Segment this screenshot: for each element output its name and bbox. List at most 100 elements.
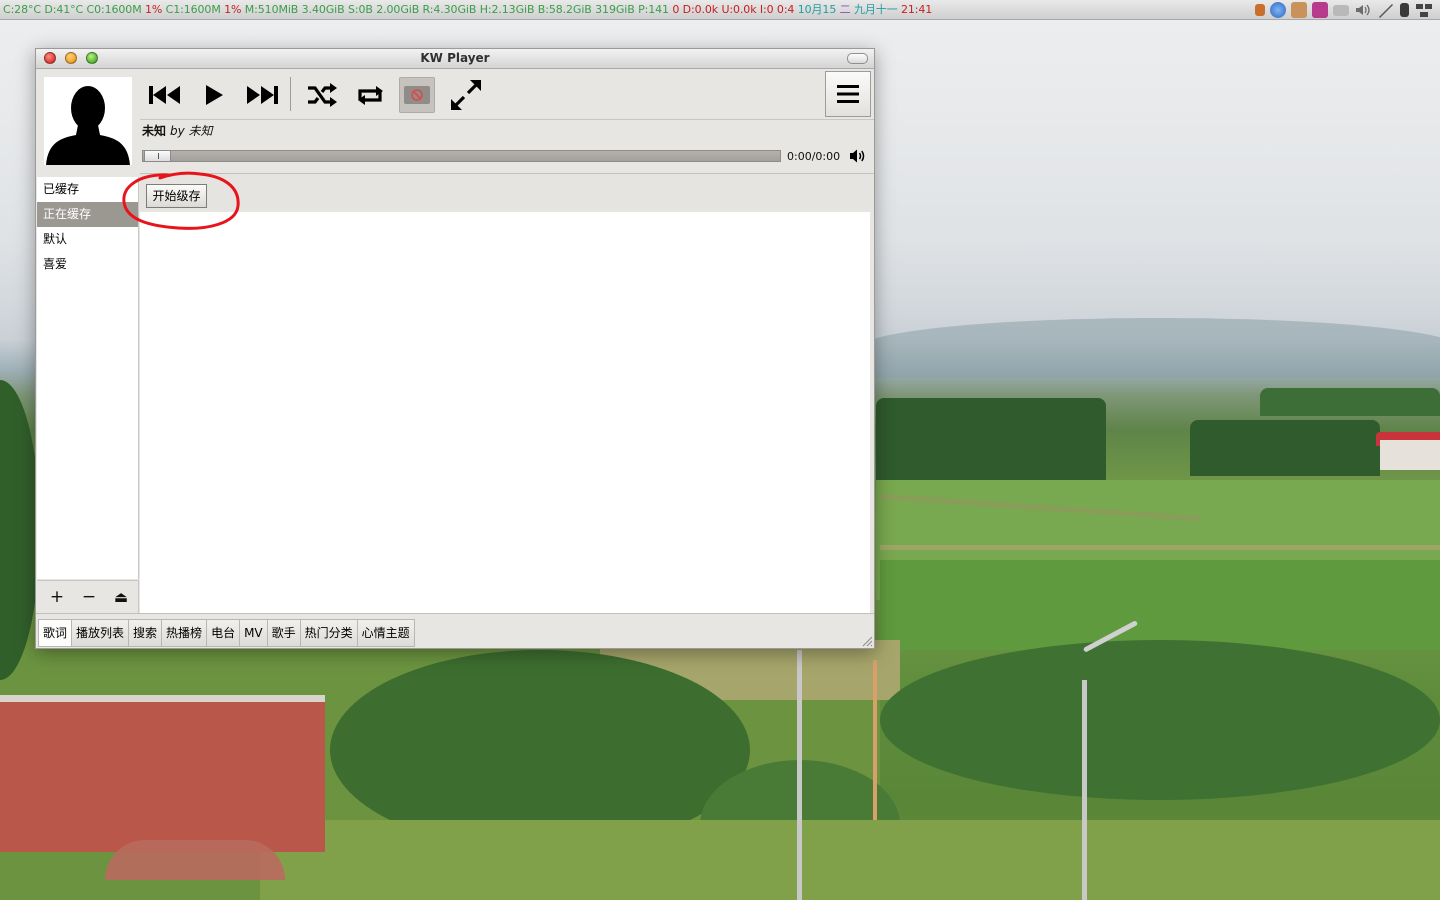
- network-icon[interactable]: [1414, 2, 1434, 18]
- sidebar-item-caching[interactable]: 正在缓存: [37, 202, 138, 227]
- sidebar-item-cached[interactable]: 已缓存: [37, 177, 138, 202]
- panel-stat: 0:4: [773, 3, 795, 16]
- panel-stat: D:41°C: [40, 3, 84, 16]
- lawn: [260, 820, 1440, 900]
- resize-grip-icon[interactable]: [862, 636, 873, 647]
- volume-button[interactable]: [849, 148, 867, 164]
- pen-icon[interactable]: [1377, 2, 1395, 18]
- panel-stat: B:58.2GiB: [534, 3, 592, 16]
- tab-search[interactable]: 搜索: [129, 619, 163, 647]
- seek-bar[interactable]: [142, 150, 781, 162]
- tab-hot-categories[interactable]: 热门分类: [300, 619, 358, 647]
- sidebar-item-default[interactable]: 默认: [37, 227, 138, 252]
- stop-cache-button[interactable]: [399, 77, 435, 113]
- toolbar-toggle-button[interactable]: [847, 53, 868, 64]
- shuffle-button[interactable]: [302, 75, 342, 115]
- expand-icon: [451, 80, 481, 110]
- skip-forward-icon: [247, 86, 278, 104]
- tree-line: [1190, 420, 1380, 476]
- hamburger-menu-icon: [837, 85, 859, 103]
- tree: [880, 640, 1440, 800]
- caching-list[interactable]: [140, 212, 870, 614]
- panel-stat: P:141: [634, 3, 669, 16]
- start-cache-button[interactable]: 开始级存: [146, 184, 207, 208]
- panel-stat: S:0B: [344, 3, 373, 16]
- playlist-sidebar: 已缓存 正在缓存 默认 喜爱: [37, 177, 139, 579]
- toolbar-separator: [290, 77, 291, 111]
- panel-stat: H:2.13GiB: [476, 3, 535, 16]
- panel-stat: C:28°C: [3, 3, 41, 16]
- shelter: [105, 840, 285, 880]
- window-title: KW Player: [420, 51, 490, 65]
- panel-stat: I:0: [756, 3, 774, 16]
- panel-stat: 319GiB: [591, 3, 635, 16]
- system-monitor: C:28°C D:41°C C0:1600M 1% C1:1600M 1% M:…: [3, 3, 932, 16]
- panel-stat: M:510MiB: [241, 3, 299, 16]
- repeat-icon: [358, 86, 383, 105]
- tree-line: [876, 398, 1106, 490]
- chat-icon[interactable]: [1312, 2, 1328, 18]
- seek-handle[interactable]: [144, 150, 171, 162]
- tree-line: [1260, 388, 1440, 416]
- tab-lyrics[interactable]: 歌词: [38, 619, 73, 647]
- artist-avatar: [44, 77, 132, 165]
- kw-player-window: KW Player 未知 by 未知 0:00/0:00 已缓存 正在缓存 默认…: [35, 48, 875, 649]
- fullscreen-button[interactable]: [446, 75, 486, 115]
- playback-time: 0:00/0:00: [787, 150, 841, 163]
- tab-mv[interactable]: MV: [240, 619, 268, 647]
- panel-stat: 2.00GiB: [372, 3, 420, 16]
- clipboard-icon[interactable]: [1400, 3, 1409, 17]
- volume-icon[interactable]: [1354, 2, 1372, 18]
- lamp-post: [873, 660, 877, 820]
- playback-toolbar: [140, 69, 874, 119]
- panel-stat: 二: [836, 3, 851, 16]
- panel-stat: 21:41: [897, 3, 933, 16]
- tab-hot-charts[interactable]: 热播榜: [162, 619, 208, 647]
- top-panel: C:28°C D:41°C C0:1600M 1% C1:1600M 1% M:…: [0, 0, 1440, 20]
- eject-playlist-button[interactable]: ⏏: [110, 586, 132, 608]
- speaker-icon: [850, 149, 865, 163]
- repeat-button[interactable]: [350, 75, 390, 115]
- tab-mood-themes[interactable]: 心情主题: [357, 619, 415, 647]
- play-icon: [206, 85, 223, 105]
- panel-stat: R:4.30GiB: [419, 3, 477, 16]
- record-disabled-icon: [404, 86, 430, 104]
- tabs-divider: [36, 613, 874, 614]
- tab-artists[interactable]: 歌手: [267, 619, 301, 647]
- panel-stat: 0: [668, 3, 680, 16]
- track-title: 未知: [142, 124, 167, 138]
- now-playing-info: 未知 by 未知: [142, 122, 213, 139]
- panel-stat: U:0.0k: [718, 3, 757, 16]
- tree: [0, 380, 40, 680]
- sidebar-item-favorites[interactable]: 喜爱: [37, 252, 138, 277]
- distant-hills: [860, 318, 1440, 378]
- title-bar[interactable]: KW Player: [36, 49, 874, 69]
- shuffle-icon: [308, 83, 337, 107]
- person-silhouette-icon: [46, 86, 130, 165]
- browser-icon[interactable]: [1270, 2, 1286, 18]
- system-tray: [1255, 1, 1434, 19]
- next-track-button[interactable]: [242, 75, 282, 115]
- lamp-post: [1082, 680, 1087, 900]
- green-field: [880, 560, 1440, 650]
- previous-track-button[interactable]: [145, 75, 185, 115]
- panel-stat: C1:1600M: [162, 3, 221, 16]
- menu-button[interactable]: [825, 71, 871, 117]
- panel-stat: C0:1600M: [83, 3, 142, 16]
- barn: [1380, 440, 1440, 470]
- panel-stat: 1%: [220, 3, 242, 16]
- package-icon[interactable]: [1255, 4, 1265, 16]
- track-artist: by 未知: [170, 124, 213, 138]
- panel-stat: 九月十一: [850, 3, 898, 16]
- add-playlist-button[interactable]: +: [46, 586, 68, 608]
- tab-playlist[interactable]: 播放列表: [72, 619, 130, 647]
- sidebar-toolbar: + − ⏏: [37, 580, 139, 614]
- field-stripe: [880, 545, 1440, 550]
- tab-radio[interactable]: 电台: [207, 619, 241, 647]
- remove-playlist-button[interactable]: −: [78, 586, 100, 608]
- play-button[interactable]: [194, 75, 234, 115]
- panel-stat: D:0.0k: [679, 3, 719, 16]
- archive-icon[interactable]: [1291, 2, 1307, 18]
- panel-stat: 10月15: [794, 3, 837, 16]
- mail-icon[interactable]: [1333, 4, 1349, 16]
